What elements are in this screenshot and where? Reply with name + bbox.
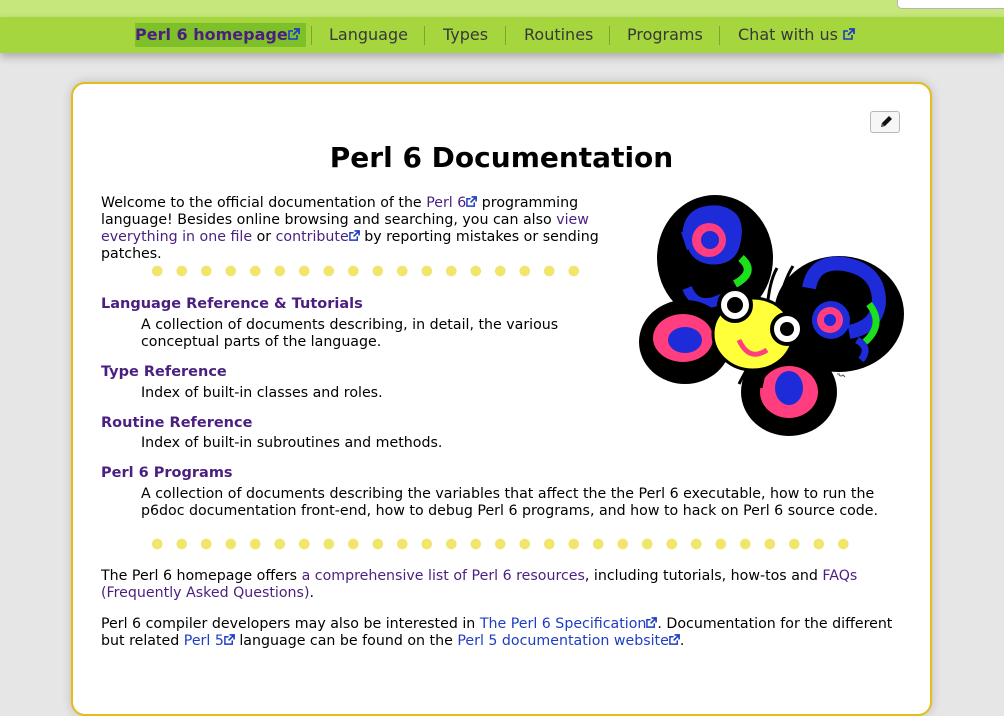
section-types-link[interactable]: Type Reference bbox=[101, 364, 227, 380]
edit-page-button[interactable] bbox=[870, 111, 900, 133]
contribute-link[interactable]: contribute bbox=[276, 229, 360, 245]
perl5-link[interactable]: Perl 5 bbox=[184, 633, 235, 649]
content-card: Perl 6 Documentation Welcome to the offi… bbox=[71, 82, 932, 716]
nav-chat-label: Chat with us bbox=[738, 25, 838, 44]
search-input[interactable] bbox=[897, 0, 1004, 9]
perl6-link[interactable]: Perl 6 bbox=[426, 195, 478, 211]
section-language-desc: A collection of documents describing, in… bbox=[141, 317, 559, 350]
spec-link-label: The Perl 6 Specification bbox=[479, 616, 647, 632]
section-programs-desc: A collection of documents describing the… bbox=[141, 486, 879, 519]
camelia-logo bbox=[639, 195, 904, 436]
resources-link[interactable]: a comprehensive list of Perl 6 resources bbox=[302, 568, 585, 584]
dotted-divider bbox=[145, 265, 586, 277]
perl6-link-label: Perl 6 bbox=[426, 195, 467, 211]
nav-separator bbox=[719, 26, 720, 45]
dotted-divider bbox=[145, 538, 857, 550]
nav-programs[interactable]: Programs bbox=[627, 17, 703, 53]
pencil-icon bbox=[881, 116, 892, 127]
developers-text: Perl 6 compiler developers may also be i… bbox=[101, 616, 480, 632]
nav-separator bbox=[609, 26, 610, 45]
external-link-icon bbox=[348, 230, 360, 241]
external-link-icon bbox=[224, 634, 235, 645]
nav-routines[interactable]: Routines bbox=[524, 17, 593, 53]
external-link-icon bbox=[843, 28, 855, 40]
section-routines-link[interactable]: Routine Reference bbox=[101, 415, 252, 431]
page-title: Perl 6 Documentation bbox=[329, 141, 674, 174]
top-strip bbox=[0, 0, 1004, 17]
nav-home-label: Perl 6 homepage bbox=[135, 25, 288, 44]
resources-text: . bbox=[309, 585, 314, 601]
intro-text: Welcome to the official documentation of… bbox=[101, 195, 427, 211]
intro-text: or bbox=[252, 229, 276, 245]
resources-text: The Perl 6 homepage offers bbox=[101, 568, 302, 584]
section-programs-link[interactable]: Perl 6 Programs bbox=[101, 465, 233, 481]
nav-separator bbox=[505, 26, 506, 45]
nav-home-link[interactable]: Perl 6 homepage bbox=[135, 23, 306, 47]
section-routines-desc: Index of built-in subroutines and method… bbox=[141, 435, 443, 451]
developers-paragraph: Perl 6 compiler developers may also be i… bbox=[101, 616, 901, 650]
perl5-docs-link-label: Perl 5 documentation website bbox=[457, 633, 669, 649]
external-link-icon bbox=[646, 617, 658, 628]
external-link-icon bbox=[669, 634, 680, 645]
spec-link[interactable]: The Perl 6 Specification bbox=[480, 616, 658, 632]
contribute-link-label: contribute bbox=[275, 229, 349, 245]
external-link-icon bbox=[287, 28, 300, 40]
nav-bar: Perl 6 homepage Language Types Routines … bbox=[0, 17, 1004, 53]
nav-chat[interactable]: Chat with us bbox=[738, 17, 855, 53]
external-link-icon bbox=[466, 196, 478, 207]
resources-paragraph: The Perl 6 homepage offers a comprehensi… bbox=[101, 568, 871, 602]
nav-language[interactable]: Language bbox=[329, 17, 408, 53]
developers-text: . bbox=[679, 633, 685, 649]
nav-types[interactable]: Types bbox=[443, 17, 488, 53]
resources-text: , including tutorials, how-tos and bbox=[584, 568, 823, 584]
nav-separator bbox=[424, 26, 425, 45]
section-language-link[interactable]: Language Reference & Tutorials bbox=[101, 296, 363, 312]
perl5-docs-link[interactable]: Perl 5 documentation website bbox=[457, 633, 680, 649]
perl5-link-label: Perl 5 bbox=[183, 633, 224, 649]
section-types-desc: Index of built-in classes and roles. bbox=[141, 385, 383, 401]
developers-text: language can be found on the bbox=[234, 633, 458, 649]
nav-separator bbox=[311, 26, 312, 45]
intro-paragraph: Welcome to the official documentation of… bbox=[101, 195, 601, 263]
